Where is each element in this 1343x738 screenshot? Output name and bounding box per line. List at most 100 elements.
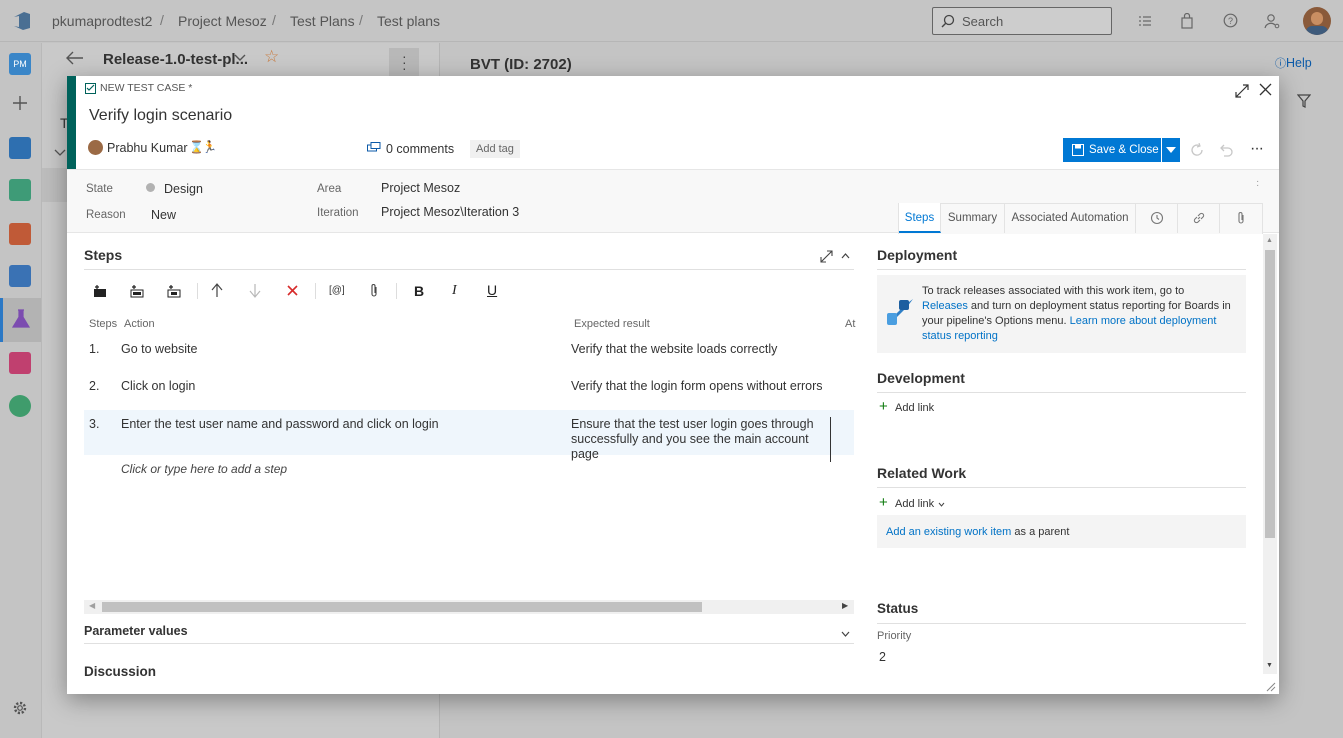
scroll-right-icon[interactable]: ▶ <box>842 601 848 610</box>
divider <box>877 623 1246 624</box>
chevron-down-icon[interactable] <box>938 502 945 507</box>
scroll-up-icon[interactable]: ▲ <box>1266 237 1273 244</box>
help-link[interactable]: ⓘHelp <box>1275 55 1312 71</box>
vertical-scrollbar[interactable]: ▲ ▼ <box>1263 234 1277 674</box>
tab-links[interactable] <box>1178 203 1220 233</box>
repos-icon[interactable] <box>9 223 31 245</box>
insert-parameter-icon[interactable]: [@] <box>329 285 345 296</box>
chevron-down-icon[interactable] <box>54 149 66 157</box>
fields-more-icon[interactable]: · · <box>1256 177 1259 191</box>
boards-icon[interactable] <box>9 179 31 201</box>
status-section-title: Status <box>877 601 919 616</box>
more-options-button[interactable]: · · · <box>389 48 419 76</box>
add-tag-button[interactable]: Add tag <box>470 140 520 158</box>
close-icon[interactable] <box>1259 83 1272 96</box>
scroll-left-icon[interactable]: ◀ <box>89 601 95 610</box>
test-plans-icon[interactable] <box>10 308 32 330</box>
more-actions-icon[interactable]: ··· <box>1250 140 1264 158</box>
pipelines-icon[interactable] <box>9 265 31 287</box>
comments-count[interactable]: 0 comments <box>386 142 454 156</box>
reason-value[interactable]: New <box>151 208 176 222</box>
scrollbar-thumb[interactable] <box>102 602 702 612</box>
parameter-values-header[interactable]: Parameter values <box>84 624 188 638</box>
avatar[interactable] <box>1303 7 1331 35</box>
tab-steps[interactable]: Steps <box>899 203 941 233</box>
undo-icon[interactable] <box>1219 143 1233 157</box>
azure-devops-logo-icon[interactable] <box>11 10 33 32</box>
step-action[interactable]: Go to website <box>121 342 197 356</box>
save-options-dropdown[interactable] <box>1162 138 1180 162</box>
security-icon[interactable] <box>9 395 31 417</box>
plan-title[interactable]: Release-1.0-test-pl... <box>103 51 248 68</box>
step-action[interactable]: Click on login <box>121 379 195 393</box>
releases-link[interactable]: Releases <box>922 300 968 312</box>
tab-summary[interactable]: Summary <box>941 203 1005 233</box>
breadcrumb-project[interactable]: Project Mesoz <box>178 13 267 29</box>
tab-associated-automation[interactable]: Associated Automation <box>1005 203 1136 233</box>
chevron-down-icon[interactable] <box>234 53 246 63</box>
refresh-icon[interactable] <box>1190 143 1204 157</box>
move-up-icon[interactable] <box>211 283 223 298</box>
scrollbar-thumb[interactable] <box>1265 250 1275 538</box>
chevron-up-icon[interactable] <box>841 253 850 259</box>
horizontal-scrollbar[interactable]: ◀ ▶ <box>84 600 854 614</box>
breadcrumb-page[interactable]: Test plans <box>377 13 440 29</box>
italic-button[interactable]: I <box>452 283 457 299</box>
user-settings-icon[interactable] <box>1264 13 1280 29</box>
list-icon[interactable] <box>1138 14 1152 28</box>
create-shared-steps-icon[interactable] <box>167 284 182 298</box>
plus-icon[interactable]: + <box>879 495 888 510</box>
add-step-placeholder[interactable]: Click or type here to add a step <box>121 462 287 476</box>
comments-icon[interactable] <box>367 142 381 154</box>
state-indicator-icon <box>146 183 155 192</box>
area-value[interactable]: Project Mesoz <box>381 181 460 195</box>
delete-step-icon[interactable] <box>287 285 298 296</box>
back-arrow-icon[interactable] <box>66 51 84 65</box>
step-expected[interactable]: Ensure that the test user login goes thr… <box>571 417 831 462</box>
breadcrumb-section[interactable]: Test Plans <box>290 13 355 29</box>
development-add-link[interactable]: Add link <box>895 402 934 414</box>
state-value[interactable]: Design <box>164 182 203 196</box>
deployment-info-box: To track releases associated with this w… <box>877 275 1246 353</box>
breadcrumb-separator: / <box>272 12 276 28</box>
related-add-link[interactable]: Add link <box>895 498 934 510</box>
iteration-value[interactable]: Project Mesoz\Iteration 3 <box>381 205 519 219</box>
save-close-button[interactable]: Save & Close <box>1063 138 1161 162</box>
plus-icon[interactable]: + <box>879 399 888 414</box>
artifacts-icon[interactable] <box>9 352 31 374</box>
scroll-down-icon[interactable]: ▼ <box>1266 662 1273 669</box>
insert-shared-steps-icon[interactable] <box>130 284 145 298</box>
expand-icon[interactable] <box>1235 84 1249 98</box>
resize-grip-icon[interactable] <box>1265 681 1276 692</box>
work-item-type-label: NEW TEST CASE * <box>100 82 193 94</box>
step-action[interactable]: Enter the test user name and password an… <box>121 417 439 431</box>
step-expected[interactable]: Verify that the website loads correctly <box>571 342 777 357</box>
tab-attachments[interactable] <box>1220 203 1262 233</box>
move-down-icon[interactable] <box>249 283 261 298</box>
breadcrumb-org[interactable]: pkumaprodtest2 <box>52 13 152 29</box>
add-existing-work-item-link[interactable]: Add an existing work item <box>886 526 1011 538</box>
step-expected[interactable]: Verify that the login form opens without… <box>571 379 823 394</box>
title-field[interactable]: Verify login scenario <box>89 107 232 125</box>
insert-step-icon[interactable] <box>93 284 108 298</box>
chevron-down-icon[interactable] <box>841 631 850 637</box>
expand-section-icon[interactable] <box>820 250 833 263</box>
filter-icon[interactable] <box>1297 94 1311 108</box>
attachment-icon[interactable] <box>370 283 379 298</box>
assignee-name[interactable]: Prabhu Kumar <box>107 141 188 155</box>
plus-icon[interactable] <box>11 94 29 112</box>
underline-button[interactable]: U <box>487 282 497 298</box>
help-icon[interactable]: ? <box>1223 13 1238 28</box>
table-row-selected[interactable]: 3. Enter the test user name and password… <box>84 410 854 462</box>
divider <box>84 269 854 270</box>
project-avatar[interactable]: PM <box>9 53 31 75</box>
priority-value[interactable]: 2 <box>879 650 886 664</box>
tab-history[interactable] <box>1136 203 1178 233</box>
search-input[interactable]: Search <box>932 7 1112 35</box>
favorite-star-icon[interactable]: ☆ <box>264 47 279 67</box>
settings-gear-icon[interactable] <box>12 700 28 716</box>
bold-button[interactable]: B <box>414 283 424 299</box>
selected-suite-row[interactable] <box>42 168 67 202</box>
shopping-bag-icon[interactable] <box>1180 13 1194 29</box>
overview-icon[interactable] <box>9 137 31 159</box>
